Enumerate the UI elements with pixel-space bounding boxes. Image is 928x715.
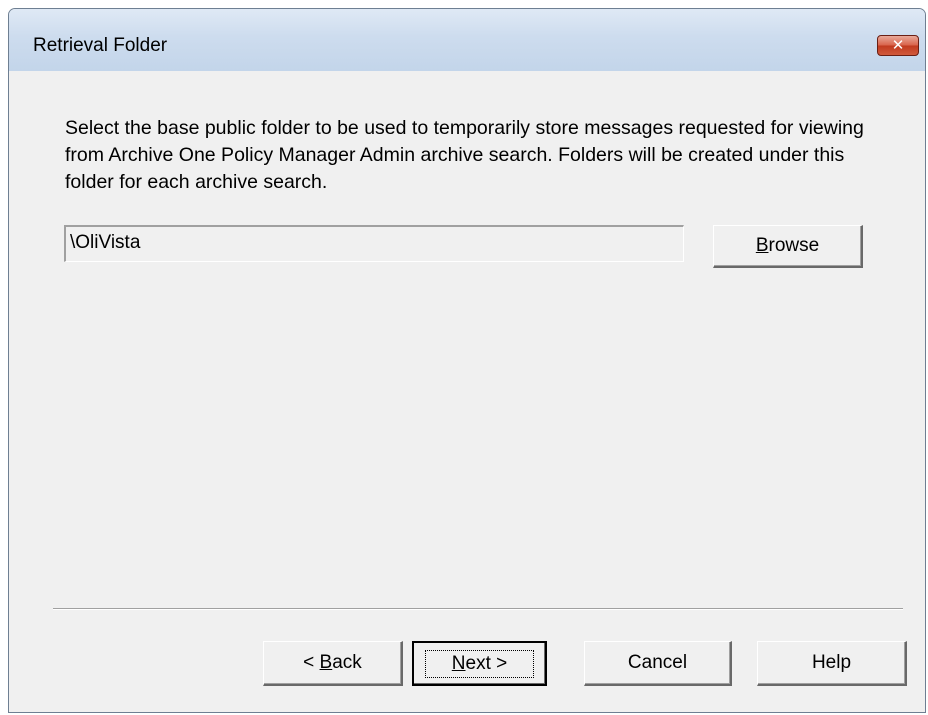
browse-button[interactable]: Browse bbox=[713, 225, 863, 268]
cancel-button-label: Cancel bbox=[627, 652, 688, 673]
retrieval-folder-dialog: Retrieval Folder ✕ Select the base publi… bbox=[8, 8, 926, 713]
next-button-label: Next > bbox=[424, 649, 535, 678]
dialog-body: Select the base public folder to be used… bbox=[17, 71, 917, 704]
back-button-label: < Back bbox=[303, 652, 362, 673]
help-button-label: Help bbox=[811, 652, 852, 673]
cancel-button[interactable]: Cancel bbox=[584, 641, 732, 686]
footer-separator bbox=[53, 608, 903, 610]
back-button[interactable]: < Back bbox=[263, 641, 403, 686]
next-button[interactable]: Next > bbox=[412, 641, 547, 686]
close-button[interactable]: ✕ bbox=[877, 35, 919, 56]
help-button[interactable]: Help bbox=[757, 641, 907, 686]
dialog-title: Retrieval Folder bbox=[33, 35, 168, 56]
browse-button-label: Browse bbox=[755, 235, 820, 256]
close-icon: ✕ bbox=[891, 36, 905, 54]
title-bar[interactable]: Retrieval Folder ✕ bbox=[9, 9, 925, 71]
folder-path-field[interactable]: \OliVista bbox=[64, 225, 684, 262]
description-text: Select the base public folder to be used… bbox=[65, 117, 864, 193]
